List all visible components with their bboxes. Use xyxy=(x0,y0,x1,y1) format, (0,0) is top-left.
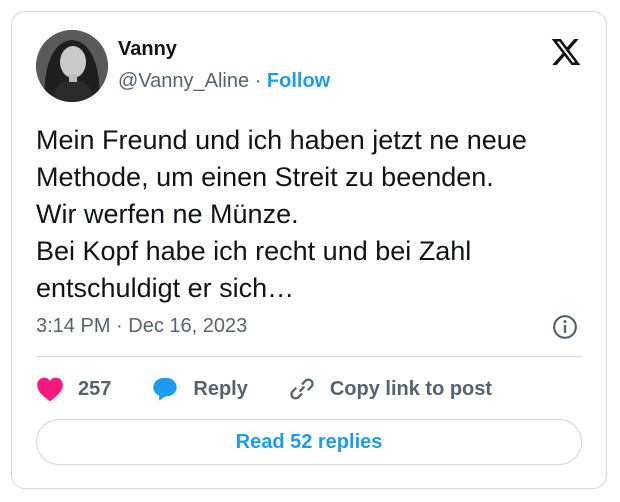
reply-bubble-icon xyxy=(153,377,178,401)
x-logo-icon[interactable] xyxy=(550,36,582,68)
copy-link-button[interactable]: Copy link to post xyxy=(288,375,492,403)
tweet-line: Methode, um einen Streit zu beenden. xyxy=(36,162,494,192)
tweet-text: Mein Freund und ich haben jetzt ne neue … xyxy=(36,122,596,307)
read-replies-label: Read 52 replies xyxy=(235,430,383,453)
copy-link-label: Copy link to post xyxy=(329,377,493,400)
reply-label: Reply xyxy=(193,377,248,400)
author-handle-row: @Vanny_Aline · Follow xyxy=(118,70,330,93)
avatar-image xyxy=(36,30,108,102)
tweet-line: entschuldigt er sich… xyxy=(36,273,295,303)
tweet-line: Wir werfen ne Münze. xyxy=(36,199,299,229)
like-button[interactable]: 257 xyxy=(36,376,111,402)
follow-button[interactable]: Follow xyxy=(267,70,330,92)
separator-dot: · xyxy=(116,315,123,337)
read-replies-button[interactable]: Read 52 replies xyxy=(36,419,582,465)
author-handle[interactable]: @Vanny_Aline xyxy=(118,70,249,92)
heart-icon xyxy=(37,377,63,402)
avatar[interactable] xyxy=(36,30,108,102)
action-bar: 257 Reply Copy link to post xyxy=(36,374,492,404)
tweet-line: Mein Freund und ich haben jetzt ne neue xyxy=(36,125,527,155)
tweet-line: Bei Kopf habe ich recht und bei Zahl xyxy=(36,236,472,266)
tweet-time: 3:14 PM xyxy=(36,315,111,337)
like-count: 257 xyxy=(78,377,112,400)
timestamp[interactable]: 3:14 PM · Dec 16, 2023 xyxy=(36,315,247,338)
separator-dot: · xyxy=(254,70,262,92)
tweet-card: Vanny @Vanny_Aline · Follow Mein Freund … xyxy=(11,11,607,489)
tweet-date: Dec 16, 2023 xyxy=(128,315,248,337)
info-icon[interactable] xyxy=(552,314,578,340)
reply-button[interactable]: Reply xyxy=(151,375,248,403)
author-name[interactable]: Vanny xyxy=(118,38,177,61)
link-icon xyxy=(290,378,314,400)
divider xyxy=(36,356,582,357)
